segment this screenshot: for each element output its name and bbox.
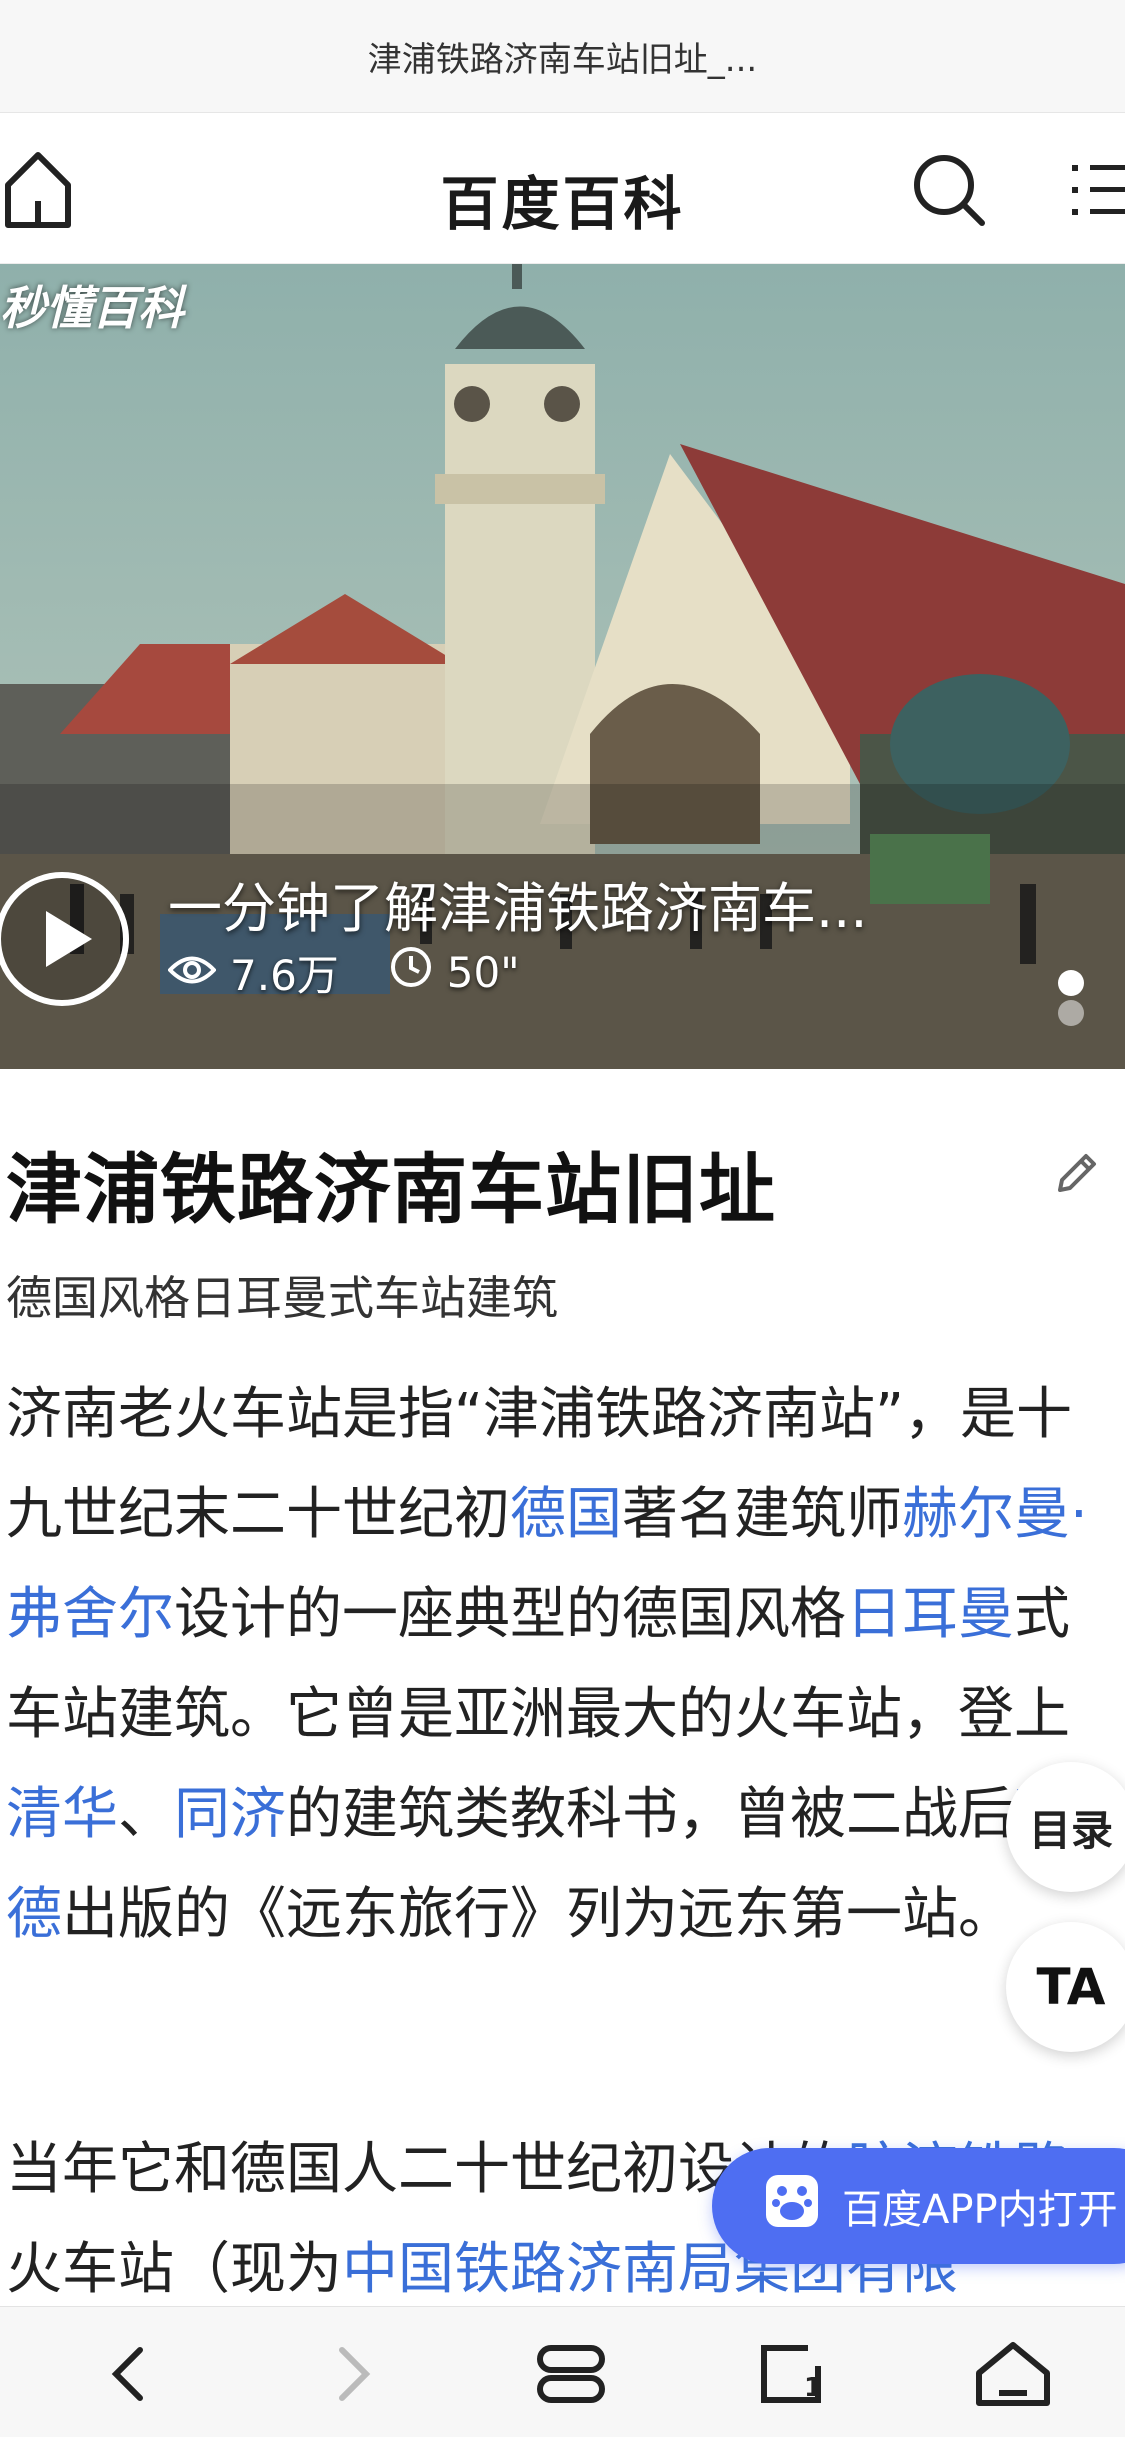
article-paragraph: 济南老火车站是指“津浦铁路济南站”，是十九世纪末二十世纪初德国著名建筑师赫尔曼·… <box>6 1365 1116 1965</box>
site-header: 百度百科 <box>0 113 1125 264</box>
home-page-icon[interactable] <box>968 2329 1058 2419</box>
page-url-title: 津浦铁路济南车站旧址_... <box>367 39 758 80</box>
toc-label: 目录 <box>1028 1805 1113 1855</box>
open-in-app-label: 百度APP内打开 <box>842 2187 1118 2233</box>
link-germany[interactable]: 德国 <box>510 1482 622 1547</box>
clock-icon <box>389 945 447 999</box>
menu-icon[interactable] <box>1070 157 1125 227</box>
text-run: 的建筑类教科书，曾被二战后 <box>286 1782 1014 1847</box>
back-icon[interactable] <box>84 2329 174 2419</box>
page-title: 津浦铁路济南车站旧址 <box>6 1145 776 1234</box>
font-size-button[interactable]: TA <box>1006 1922 1125 2052</box>
text-run: 火车站（现为 <box>6 2237 342 2302</box>
browser-url-bar[interactable]: 津浦铁路济南车站旧址_... <box>0 0 1125 113</box>
hero-video[interactable]: 秒懂百科 一分钟了解津浦铁路济南车... 7.6万 50" <box>0 264 1125 1069</box>
video-duration: 50" <box>446 947 520 997</box>
baidu-paw-icon <box>764 2173 820 2239</box>
open-in-app-button[interactable]: 百度APP内打开 <box>712 2148 1125 2264</box>
text-run: 、 <box>118 1782 174 1847</box>
view-count: 7.6万 <box>230 950 339 1000</box>
link-tsinghua[interactable]: 清华 <box>6 1782 118 1847</box>
link-germanic[interactable]: 日耳曼 <box>846 1582 1014 1647</box>
forward-icon[interactable] <box>308 2329 398 2419</box>
link-tongji[interactable]: 同济 <box>174 1782 286 1847</box>
browser-bottom-bar: 1 <box>0 2306 1125 2437</box>
text-run: 著名建筑师 <box>622 1482 902 1547</box>
font-size-label: TA <box>1036 1958 1106 2016</box>
text-run: 出版的《远东旅行》列为远东第一站。 <box>62 1882 1014 1947</box>
text-run: 设计的一座典型的德国风格 <box>174 1582 846 1647</box>
video-title[interactable]: 一分钟了解津浦铁路济南车... <box>168 864 868 943</box>
eye-icon <box>167 948 230 997</box>
video-source-logo: 秒懂百科 <box>0 281 184 335</box>
video-meta: 7.6万 50" <box>167 944 570 1000</box>
window-count-icon[interactable]: 1 <box>748 2329 838 2419</box>
page-subtitle: 德国风格日耳曼式车站建筑 <box>6 1271 558 1325</box>
play-icon[interactable] <box>0 869 132 1009</box>
toc-button[interactable]: 目录 <box>1006 1762 1125 1892</box>
edit-icon[interactable] <box>1052 1148 1102 1198</box>
carousel-dots[interactable] <box>1058 970 1125 1030</box>
svg-text:1: 1 <box>804 2373 822 2403</box>
search-icon[interactable] <box>910 151 990 231</box>
tabs-icon[interactable] <box>526 2329 616 2419</box>
